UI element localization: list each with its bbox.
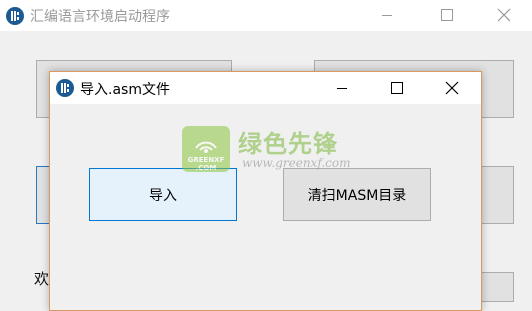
background-button-mid-right[interactable] — [480, 166, 514, 224]
background-button-bottom-right[interactable] — [480, 272, 514, 302]
maximize-button[interactable] — [423, 0, 469, 31]
minimize-icon — [337, 88, 347, 89]
minimize-button[interactable] — [364, 0, 410, 31]
background-welcome-text: 欢 — [34, 270, 50, 288]
dialog-maximize-button[interactable] — [373, 72, 419, 104]
dialog-title: 导入.asm文件 — [80, 82, 170, 98]
import-dialog: 导入.asm文件 导入 清扫MASM目录 — [49, 71, 482, 311]
wifi-icon — [195, 141, 217, 153]
close-icon — [445, 81, 459, 95]
maximize-icon — [441, 9, 453, 21]
watermark-logo: GREENXF .COM — [182, 126, 230, 172]
app-logo-icon — [6, 7, 24, 25]
watermark-logo-text: GREENXF .COM — [187, 156, 225, 172]
watermark: GREENXF .COM 绿色先锋 www.greenxf.com — [182, 124, 382, 176]
dialog-minimize-button[interactable] — [319, 72, 365, 104]
window-title: 汇编语言环境启动程序 — [30, 9, 170, 25]
dialog-title-bar: 导入.asm文件 — [50, 72, 481, 104]
minimize-icon — [382, 15, 392, 16]
main-title-bar: 汇编语言环境启动程序 — [0, 0, 532, 31]
watermark-url: www.greenxf.com — [242, 156, 351, 170]
dialog-logo-icon — [56, 79, 74, 97]
dialog-close-button[interactable] — [429, 72, 475, 104]
close-button[interactable] — [481, 0, 527, 31]
maximize-icon — [391, 82, 403, 94]
close-icon — [497, 8, 511, 22]
watermark-brand: 绿色先锋 — [238, 130, 338, 158]
